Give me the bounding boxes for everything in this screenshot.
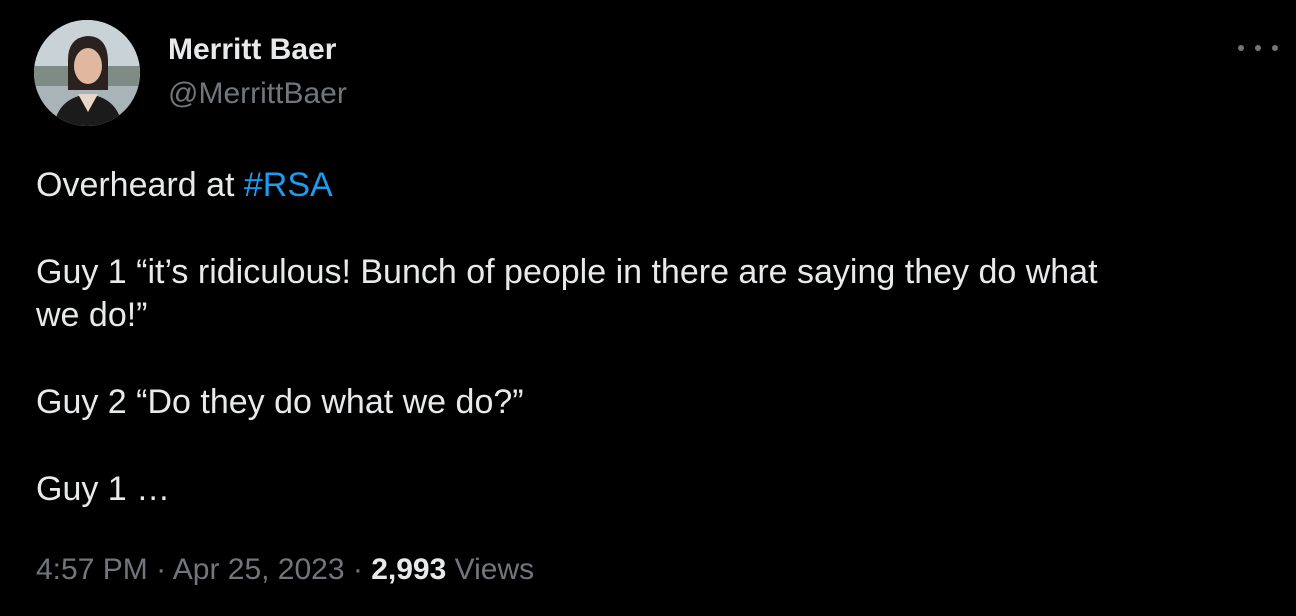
views-count: 2,993	[371, 553, 447, 586]
tweet-line-5: Guy 1 …	[36, 470, 171, 508]
tweet-card: Merritt Baer @MerrittBaer Overheard at #…	[0, 0, 1296, 616]
views-label: Views	[454, 553, 535, 586]
tweet-date[interactable]: Apr 25, 2023	[173, 553, 345, 586]
avatar[interactable]	[34, 20, 140, 126]
author-handle[interactable]: @MerrittBaer	[168, 76, 347, 112]
tweet-time[interactable]: 4:57 PM	[36, 553, 148, 586]
more-options-button[interactable]	[1238, 36, 1278, 60]
tweet-line-2: Guy 1 “it’s ridiculous! Bunch of people …	[36, 253, 1098, 291]
profile-photo-icon	[34, 20, 140, 126]
tweet-metadata: 4:57 PM · Apr 25, 2023 · 2,993 Views	[36, 551, 534, 589]
more-dot-icon	[1272, 45, 1278, 51]
tweet-text: Overheard at #RSA Guy 1 “it’s ridiculous…	[36, 164, 1266, 511]
meta-separator: ·	[147, 553, 173, 586]
more-dot-icon	[1238, 45, 1244, 51]
hashtag-link[interactable]: #RSA	[244, 166, 333, 204]
meta-separator: ·	[344, 553, 372, 586]
author-display-name[interactable]: Merritt Baer	[168, 32, 336, 68]
more-dot-icon	[1255, 45, 1261, 51]
tweet-line-1-text: Overheard at	[36, 166, 244, 204]
tweet-line-4: Guy 2 “Do they do what we do?”	[36, 383, 524, 421]
tweet-line-1: Overheard at #RSA	[36, 164, 1266, 207]
tweet-line-3: we do!”	[36, 296, 148, 334]
